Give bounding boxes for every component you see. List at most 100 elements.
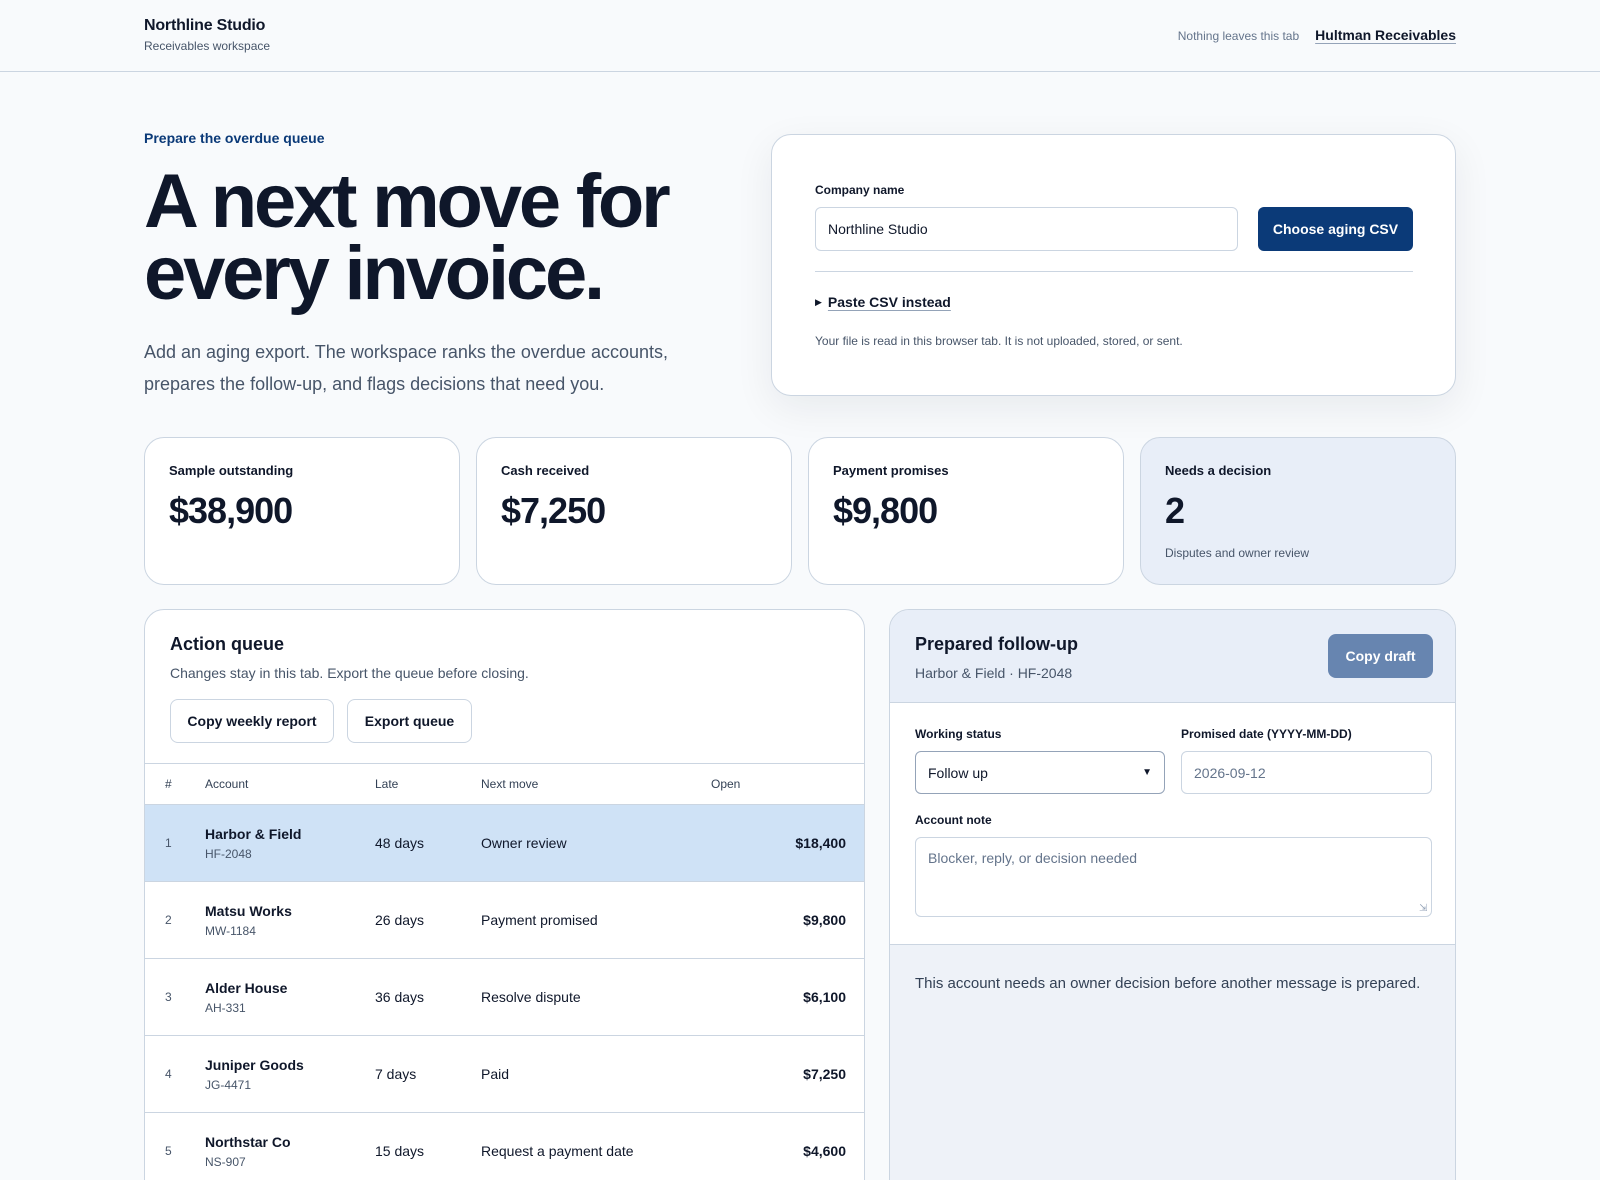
open-amount: $4,600 [711,1112,864,1180]
hero-headline: A next move for every invoice. [144,164,704,312]
headline-line-2: every invoice. [144,231,605,316]
working-status-select[interactable]: Follow up ▼ [915,751,1165,794]
followup-header: Prepared follow-up Harbor & Field · HF-2… [890,610,1455,703]
upload-card: Company name Choose aging CSV ▶ Paste CS… [771,134,1456,396]
hero-lead: Add an aging export. The workspace ranks… [144,336,704,400]
queue-subtitle: Changes stay in this tab. Export the que… [170,665,529,681]
account-name: Matsu Works [205,902,292,919]
stat-note: Disputes and owner review [1165,546,1310,560]
row-number: 1 [145,804,205,882]
column-header-next-move: Next move [481,763,711,805]
next-move: Request a payment date [481,1112,711,1180]
followup-message: This account needs an owner decision bef… [915,975,1421,992]
account-cell: Juniper Goods JG-4471 [205,1035,375,1113]
row-number: 3 [145,958,205,1036]
next-move: Resolve dispute [481,958,711,1036]
row-number: 4 [145,1035,205,1113]
caret-right-icon: ▶ [815,296,822,307]
table-row[interactable]: 2 Matsu Works MW-1184 26 days Payment pr… [145,881,864,959]
days-late: 48 days [375,804,481,882]
table-row[interactable]: 4 Juniper Goods JG-4471 7 days Paid $7,2… [145,1035,864,1113]
account-name: Harbor & Field [205,825,302,842]
account-name: Juniper Goods [205,1056,304,1073]
open-amount: $18,400 [711,804,864,882]
promised-date-input[interactable] [1181,751,1432,794]
privacy-note: Nothing leaves this tab [1177,29,1300,43]
column-header-late: Late [375,763,481,805]
brand-name: Northline Studio [144,17,266,34]
account-id: HF-2048 [205,846,252,861]
stat-value: $7,250 [501,490,606,531]
next-move: Payment promised [481,881,711,959]
action-queue-panel: Action queue Changes stay in this tab. E… [144,609,865,1180]
account-note-textarea[interactable] [915,837,1432,917]
account-cell: Northstar Co NS-907 [205,1112,375,1180]
promised-date-label: Promised date (YYYY-MM-DD) [1181,727,1352,741]
hero: Prepare the overdue queue A next move fo… [144,130,704,400]
table-row[interactable]: 5 Northstar Co NS-907 15 days Request a … [145,1112,864,1180]
stat-label: Sample outstanding [169,463,294,478]
account-cell: Alder House AH-331 [205,958,375,1036]
queue-title: Action queue [170,634,285,654]
stat-label: Cash received [501,463,590,478]
account-id: NS-907 [205,1154,246,1169]
account-note-label: Account note [915,813,992,827]
paste-csv-toggle[interactable]: ▶ Paste CSV instead [815,294,951,310]
hero-eyebrow: Prepare the overdue queue [144,130,325,146]
days-late: 15 days [375,1112,481,1180]
top-bar: Northline Studio Receivables workspace N… [0,0,1600,72]
stat-card-payment-promises: Payment promises $9,800 [808,437,1124,585]
table-header-row: # Account Late Next move Open [145,763,864,805]
paste-csv-label: Paste CSV instead [827,294,951,310]
working-status-value: Follow up [928,764,988,781]
stat-card-cash-received: Cash received $7,250 [476,437,792,585]
days-late: 36 days [375,958,481,1036]
copy-draft-button[interactable]: Copy draft [1328,634,1433,678]
open-amount: $6,100 [711,958,864,1036]
account-id: AH-331 [205,1000,246,1015]
column-header-open: Open [711,763,864,805]
stat-card-outstanding: Sample outstanding $38,900 [144,437,460,585]
next-move: Owner review [481,804,711,882]
stat-value: $9,800 [833,490,938,531]
lead-line-1: Add an aging export. The workspace ranks… [144,342,668,362]
days-late: 7 days [375,1035,481,1113]
row-number: 2 [145,881,205,959]
followup-form: Working status Follow up ▼ Promised date… [890,703,1455,945]
open-amount: $7,250 [711,1035,864,1113]
column-header-number: # [145,763,205,805]
copy-weekly-report-button[interactable]: Copy weekly report [170,699,334,743]
choose-csv-button[interactable]: Choose aging CSV [1258,207,1413,251]
column-header-account: Account [205,763,375,805]
account-name: Northstar Co [205,1133,291,1150]
account-cell: Matsu Works MW-1184 [205,881,375,959]
followup-title: Prepared follow-up [915,634,1079,654]
next-move: Paid [481,1035,711,1113]
working-status-label: Working status [915,727,1002,741]
followup-subtitle: Harbor & Field · HF-2048 [915,665,1073,681]
open-amount: $9,800 [711,881,864,959]
stat-value: $38,900 [169,490,293,531]
queue-table: # Account Late Next move Open 1 Harbor &… [145,763,864,1180]
account-id: JG-4471 [205,1077,252,1092]
account-id: MW-1184 [205,923,256,938]
card-divider [815,271,1413,272]
chevron-down-icon: ▼ [1142,767,1152,778]
stat-value: 2 [1165,490,1185,531]
brand-subtitle: Receivables workspace [144,39,271,53]
account-name: Alder House [205,979,288,996]
stat-label: Payment promises [833,463,949,478]
table-row[interactable]: 1 Harbor & Field HF-2048 48 days Owner r… [145,804,864,882]
account-cell: Harbor & Field HF-2048 [205,804,375,882]
stat-card-needs-decision: Needs a decision 2 Disputes and owner re… [1140,437,1456,585]
workspace-link[interactable]: Hultman Receivables [1315,27,1456,43]
resize-grip-icon[interactable]: ⇲ [1419,903,1427,914]
export-queue-button[interactable]: Export queue [347,699,472,743]
company-name-label: Company name [815,183,905,197]
stat-label: Needs a decision [1165,463,1272,478]
row-number: 5 [145,1112,205,1180]
company-name-input[interactable] [815,207,1238,251]
lead-line-2: prepares the follow-up, and flags decisi… [144,374,605,394]
header-right: Nothing leaves this tab Hultman Receivab… [1178,27,1456,43]
table-row[interactable]: 3 Alder House AH-331 36 days Resolve dis… [145,958,864,1036]
